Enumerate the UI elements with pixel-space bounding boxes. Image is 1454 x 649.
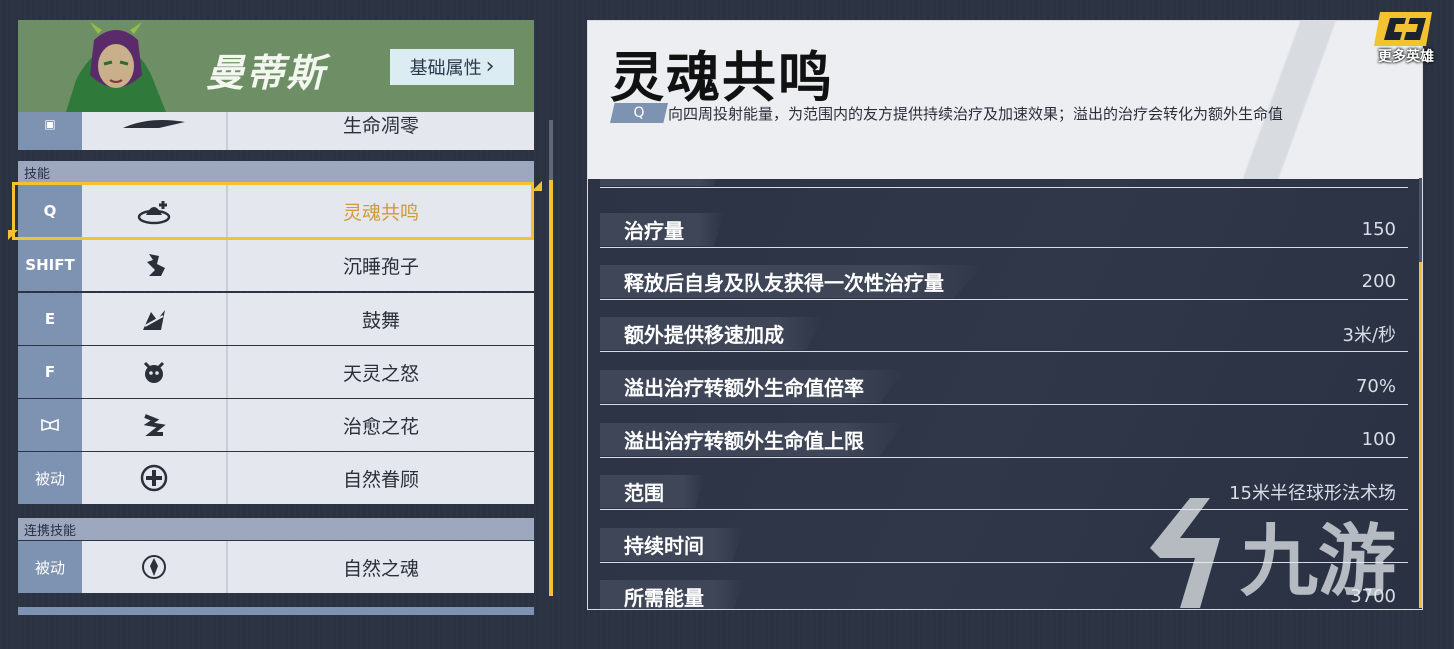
skill-key-tag: Q (610, 103, 668, 123)
skill-row-e[interactable]: E 鼓舞 (18, 293, 534, 345)
section-header-skills: 技能 (18, 161, 534, 183)
skill-icon-cell (82, 185, 228, 237)
skill-row-ultimate[interactable]: 治愈之花 (18, 399, 534, 451)
selected-frame-notch (8, 230, 18, 240)
detail-scroll-thumb[interactable] (1419, 262, 1422, 608)
nature-favor-icon (140, 464, 168, 492)
soul-resonance-icon (137, 201, 171, 225)
skill-icon-cell (82, 346, 228, 398)
stat-row: 持续时间 (600, 528, 1408, 563)
more-heroes-button[interactable]: 更多英雄 (1366, 46, 1446, 66)
skill-list-scroll-thumb[interactable] (549, 180, 553, 596)
skill-icon-cell (82, 293, 228, 345)
stat-label: 溢出治疗转额外生命值上限 (600, 423, 904, 456)
team-skill-row[interactable]: 被动 自然之魂 (18, 541, 534, 593)
stat-row: 治疗量 150 (600, 213, 1408, 248)
stat-label (600, 179, 724, 186)
stat-value: 3米/秒 (1342, 324, 1396, 346)
stat-label: 范围 (600, 475, 704, 508)
skill-key: Q (18, 185, 82, 237)
skill-key: F (18, 346, 82, 398)
hero-portrait (66, 22, 166, 112)
stat-row: 溢出治疗转额外生命值倍率 70% (600, 370, 1408, 405)
stat-label: 持续时间 (600, 528, 744, 561)
skill-icon-cell (82, 239, 228, 291)
base-attributes-label: 基础属性 (409, 58, 482, 79)
stat-label: 释放后自身及队友获得一次性治疗量 (600, 265, 984, 298)
skill-stats-list: 治疗量 150 释放后自身及队友获得一次性治疗量 200 额外提供移速加成 3米… (588, 179, 1422, 609)
stat-row: 范围 15米半径球形法术场 (600, 475, 1408, 510)
nature-soul-icon (142, 555, 166, 579)
selected-frame-notch (532, 181, 542, 191)
base-attributes-button[interactable]: 基础属性 › (390, 49, 514, 85)
wither-icon (123, 120, 185, 128)
skill-key: 被动 (18, 452, 82, 504)
skill-key: 被动 (18, 541, 82, 593)
skill-name: 自然眷顾 (228, 452, 534, 504)
stat-label: 溢出治疗转额外生命值倍率 (600, 370, 904, 403)
skill-row-shift[interactable]: SHIFT 沉睡孢子 (18, 239, 534, 291)
stat-row: 额外提供移速加成 3米/秒 (600, 317, 1408, 352)
skill-title: 灵魂共鸣 (610, 46, 834, 109)
skill-name: 生命凋零 (228, 112, 534, 150)
stat-label: 治疗量 (600, 213, 724, 246)
stat-value: 100 (1361, 429, 1396, 450)
skill-name: 自然之魂 (228, 541, 534, 593)
skill-key-icon: ▣ (44, 117, 56, 131)
healing-flower-icon (143, 414, 166, 436)
hero-header: 曼蒂斯 基础属性 › (18, 20, 534, 112)
header-decoration (1204, 21, 1384, 179)
stat-value: 70% (1355, 376, 1396, 397)
spirit-wrath-icon (143, 361, 165, 383)
stat-row-partial (600, 179, 1408, 188)
skill-icon-cell (82, 541, 228, 593)
skill-icon-cell (82, 112, 228, 150)
stat-value: 150 (1361, 219, 1396, 240)
stat-label: 所需能量 (600, 580, 744, 609)
ultimate-key-icon (41, 418, 59, 432)
skill-row-q[interactable]: Q 灵魂共鸣 (18, 185, 534, 237)
skill-name: 天灵之怒 (228, 346, 534, 398)
section-header-team-skills: 连携技能 (18, 518, 534, 540)
stat-row: 溢出治疗转额外生命值上限 100 (600, 423, 1408, 458)
chevron-right-icon: › (485, 54, 495, 79)
list-bottom-edge (18, 607, 534, 615)
skill-description: 向四周投射能量，为范围内的友方提供持续治疗及加速效果；溢出的治疗会转化为额外生命… (668, 105, 1284, 123)
skill-row-passive[interactable]: 被动 自然眷顾 (18, 452, 534, 504)
skill-row-partial[interactable]: ▣ 生命凋零 (18, 112, 534, 150)
stat-value: 15米半径球形法术场 (1229, 482, 1396, 504)
stat-row: 释放后自身及队友获得一次性治疗量 200 (600, 265, 1408, 300)
skill-icon-cell (82, 399, 228, 451)
stat-value: 3700 (1350, 586, 1396, 607)
stat-value: 200 (1361, 271, 1396, 292)
skill-icon-cell (82, 452, 228, 504)
stat-row: 所需能量 3700 (600, 580, 1408, 609)
hero-name: 曼蒂斯 (206, 51, 327, 95)
skill-key: SHIFT (18, 239, 82, 291)
sleep-spore-icon (147, 254, 165, 276)
inspire-icon (143, 310, 165, 330)
skill-key (18, 399, 82, 451)
skill-name: 治愈之花 (228, 399, 534, 451)
skill-key: E (18, 293, 82, 345)
skill-row-f[interactable]: F 天灵之怒 (18, 346, 534, 398)
skill-detail-header: 灵魂共鸣 Q 向四周投射能量，为范围内的友方提供持续治疗及加速效果；溢出的治疗会… (588, 21, 1422, 179)
skill-name: 灵魂共鸣 (228, 185, 534, 237)
skill-detail-panel: 灵魂共鸣 Q 向四周投射能量，为范围内的友方提供持续治疗及加速效果；溢出的治疗会… (587, 20, 1423, 610)
skill-name: 沉睡孢子 (228, 239, 534, 291)
skill-key: ▣ (18, 112, 82, 150)
skill-name: 鼓舞 (228, 293, 534, 345)
stat-label: 额外提供移速加成 (600, 317, 824, 350)
